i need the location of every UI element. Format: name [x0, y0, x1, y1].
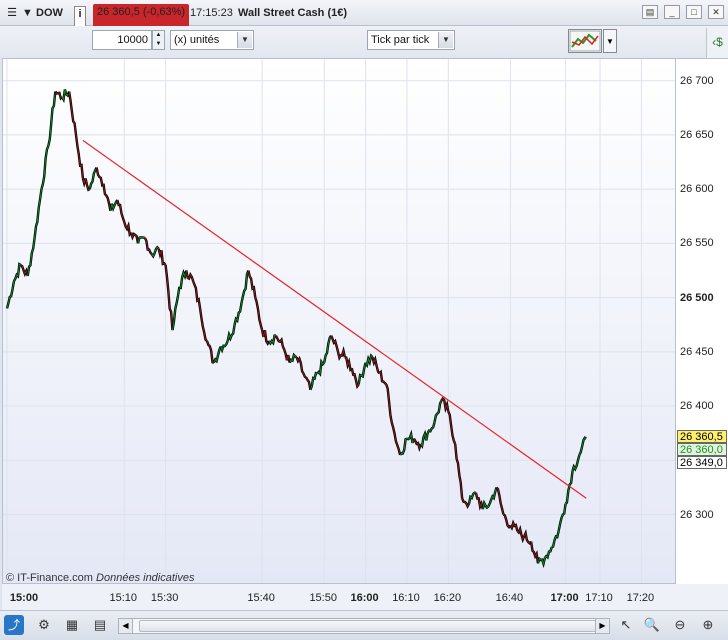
calculator-icon[interactable]: ▤ — [90, 615, 110, 635]
bottom-toolbar: ⤴ ⚙ ▦ ▤ ◀ ▶ ↖ 🔍 ⊖ ⊕ — [0, 610, 728, 640]
x-tick-label: 15:10 — [109, 592, 137, 604]
toolbar: 10000 ▲ ▼ (x) unités ▼ Tick par tick ▼ ▼ … — [0, 26, 728, 58]
x-tick-label: 16:10 — [392, 592, 420, 604]
price-label: 26 360,5 — [677, 430, 727, 444]
chevron-down-icon[interactable]: ▼ — [438, 32, 453, 48]
price-segment — [75, 134, 84, 179]
clock-time: 17:15:23 — [190, 7, 233, 19]
zoom-out-icon[interactable]: ⊖ — [670, 615, 690, 635]
time-axis[interactable]: 15:00 15:10 15:30 15:40 15:50 16:00 16:10 16:20… — [2, 584, 676, 610]
grid-icon[interactable]: ▦ — [62, 615, 82, 635]
copyright-text: © IT-Finance.com — [6, 572, 93, 584]
price-axis[interactable]: 26 700 26 650 26 600 26 550 26 500 26 450 26 4… — [676, 58, 728, 584]
settings-icon[interactable]: ⚙ — [34, 615, 54, 635]
x-tick-label: 15:50 — [309, 592, 337, 604]
symbol-label[interactable]: DOW — [36, 0, 63, 26]
y-tick-label: 26 550 — [680, 237, 714, 250]
x-tick-label: 15:40 — [247, 592, 275, 604]
chevron-down-icon[interactable]: ▼ — [237, 32, 252, 48]
horizontal-scrollbar[interactable]: ◀ ▶ — [118, 618, 610, 634]
maximize-icon[interactable]: □ — [686, 5, 702, 19]
chart-window: ☰ ▼ DOW i 26 360,5 (-0,63%) 17:15:23 Wal… — [0, 0, 728, 640]
unit-select-value: (x) unités — [174, 34, 220, 46]
y-tick-label: 26 600 — [680, 183, 714, 196]
price-segment — [68, 91, 77, 135]
price-segment — [192, 281, 201, 309]
y-tick-label: 26 500 — [680, 291, 714, 304]
x-tick-label: 17:00 — [550, 592, 579, 604]
restore-icon[interactable]: ▤ — [642, 5, 658, 19]
x-tick-label: 16:20 — [433, 592, 462, 604]
price-segment — [254, 297, 263, 331]
zoom-in-icon[interactable]: ⊕ — [698, 615, 718, 635]
price-segment — [544, 546, 553, 559]
instrument-name: Wall Street Cash (1€) — [238, 7, 348, 19]
price-segment — [47, 91, 56, 146]
price-segment — [558, 503, 567, 531]
side-panel-toggle-icon[interactable]: ‹$ — [706, 28, 728, 58]
price-segment — [316, 360, 325, 376]
quantity-stepper[interactable]: ▲ ▼ — [152, 30, 165, 50]
price-segment — [34, 189, 42, 238]
copyright-notice: © IT-Finance.com Données indicatives — [6, 572, 194, 584]
cursor-icon[interactable]: ↖ — [616, 615, 636, 635]
chevron-down-icon[interactable]: ▼ — [603, 29, 617, 53]
chart-plot-area[interactable] — [2, 58, 676, 584]
y-tick-label: 26 450 — [680, 345, 714, 358]
zoom-area-icon[interactable]: 🔍 — [642, 615, 662, 635]
close-icon[interactable]: ✕ — [708, 5, 724, 19]
x-tick-label: 16:40 — [495, 592, 524, 604]
price-segment — [454, 443, 463, 499]
price-segment-outline — [378, 369, 388, 386]
price-segment — [247, 270, 256, 298]
price-segment — [413, 438, 422, 450]
quantity-input[interactable]: 10000 — [92, 30, 152, 50]
axis-corner — [676, 584, 728, 610]
interval-select-value: Tick par tick — [371, 34, 430, 46]
y-tick-label: 26 650 — [680, 128, 714, 141]
x-tick-label: 16:00 — [350, 592, 379, 604]
scroll-left-icon[interactable]: ◀ — [119, 619, 133, 633]
y-tick-label: 26 400 — [680, 400, 714, 413]
price-segment — [116, 199, 125, 222]
y-tick-label: 26 300 — [680, 508, 714, 521]
copyright-note: Données indicatives — [96, 572, 195, 584]
price-chart — [3, 59, 675, 583]
title-bar: ☰ ▼ DOW i 26 360,5 (-0,63%) 17:15:23 Wal… — [0, 0, 728, 32]
window-controls: ▤ _ □ ✕ — [642, 5, 724, 19]
price-label: 26 349,0 — [677, 456, 727, 470]
chart-type-button[interactable] — [568, 29, 602, 53]
price-segment-outline — [529, 541, 540, 564]
chart-type-icon — [569, 30, 601, 52]
x-tick-label: 17:10 — [585, 592, 613, 604]
price-segment — [103, 183, 111, 211]
price-segment-outline — [95, 167, 105, 188]
share-icon[interactable]: ⤴ — [4, 615, 24, 635]
x-tick-label: 15:30 — [150, 592, 179, 604]
y-tick-label: 26 700 — [680, 74, 714, 87]
scroll-right-icon[interactable]: ▶ — [595, 619, 609, 633]
scroll-thumb[interactable] — [139, 620, 599, 632]
chevron-down-icon[interactable]: ▼ — [22, 0, 33, 26]
x-tick-label: 17:20 — [626, 592, 655, 604]
price-label: 26 360,0 — [677, 443, 727, 457]
x-tick-label: 15:00 — [9, 592, 39, 604]
unit-select[interactable]: (x) unités ▼ — [170, 30, 254, 50]
interval-select[interactable]: Tick par tick ▼ — [367, 30, 455, 50]
minimize-icon[interactable]: _ — [664, 5, 680, 19]
